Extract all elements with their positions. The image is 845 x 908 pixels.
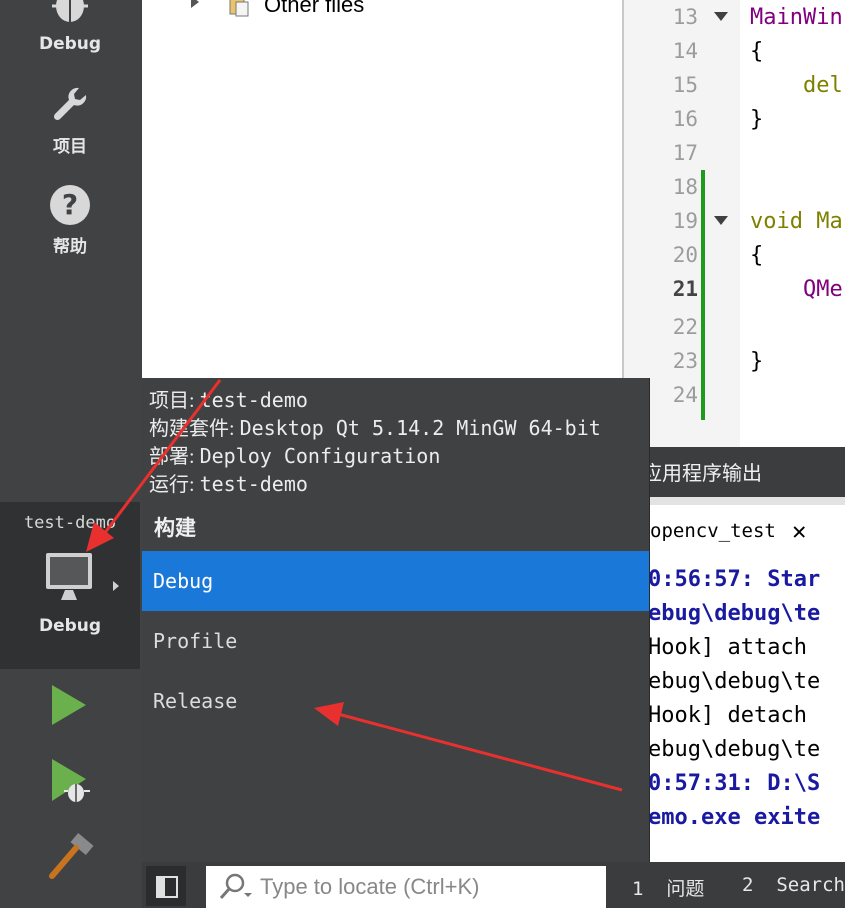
sidebar-toggle-button[interactable]: [146, 866, 186, 906]
line-number: 23: [672, 349, 698, 373]
line-number: 24: [672, 383, 698, 407]
tree-item-other-files[interactable]: Other files: [264, 0, 364, 18]
log-line: ebug\debug\te: [648, 737, 821, 762]
run-debug-icon[interactable]: [50, 757, 92, 805]
output-pane-title: 应用程序输出: [642, 447, 845, 497]
output-title-text: 应用程序输出: [642, 461, 762, 485]
mode-label: 帮助: [53, 237, 87, 257]
sidebar-icon: [156, 876, 178, 898]
code-editor[interactable]: 13 14 15 16 17 18 19 20 21 22 23 24 Main…: [622, 0, 845, 447]
log-line: 0:57:31: D:\S: [648, 771, 821, 796]
change-marker: [701, 170, 705, 420]
info-kit: 构建套件: Desktop Qt 5.14.2 MinGW 64-bit: [149, 416, 601, 440]
mode-debug[interactable]: Debug: [0, 0, 140, 54]
log-line: ebug\debug\te: [648, 669, 821, 694]
code-line: del: [750, 73, 843, 98]
line-number: 14: [672, 39, 698, 63]
log-line: 0:56:57: Star: [648, 567, 821, 592]
locator-input[interactable]: Type to locate (Ctrl+K): [206, 866, 606, 908]
line-number: 15: [672, 73, 698, 97]
folder-files-icon: [229, 0, 249, 17]
expand-arrow-icon[interactable]: [190, 0, 200, 10]
pane-tab-search[interactable]: 2 Search: [742, 874, 845, 896]
monitor-icon: [46, 553, 92, 600]
build-option-release[interactable]: Release: [142, 671, 649, 731]
line-number: 17: [672, 141, 698, 165]
build-option-debug[interactable]: Debug: [142, 551, 649, 611]
chevron-right-icon: [113, 581, 119, 591]
code-line: }: [750, 349, 764, 374]
search-icon: [219, 873, 252, 899]
log-line: Hook] detach: [648, 703, 807, 728]
info-deploy: 部署: Deploy Configuration: [149, 444, 441, 468]
locator-placeholder: Type to locate (Ctrl+K): [260, 874, 480, 899]
log-line: ebug\debug\te: [648, 601, 821, 626]
code-line: }: [750, 107, 764, 132]
line-number-current: 21: [672, 277, 698, 301]
line-number: 22: [672, 315, 698, 339]
mode-projects[interactable]: 项目: [0, 84, 140, 157]
line-number: 13: [672, 5, 698, 29]
mode-label: Debug: [38, 34, 102, 54]
output-tab-bar: opencv_test ✕: [642, 497, 845, 557]
kit-project-name: test-demo: [23, 513, 117, 533]
output-tab[interactable]: opencv_test ✕: [642, 505, 845, 557]
output-log: 0:56:57: Star ebug\debug\te Hook] attach…: [642, 557, 845, 862]
line-number: 16: [672, 107, 698, 131]
help-icon: ?: [50, 185, 90, 225]
bug-icon: [52, 0, 88, 22]
build-section-title: 构建: [154, 516, 196, 540]
info-project: 项目: test-demo: [149, 388, 308, 412]
line-number: 18: [672, 175, 698, 199]
kit-build-label: Debug: [38, 616, 102, 636]
code-line: {: [750, 39, 764, 64]
bottom-status-bar: Type to locate (Ctrl+K) 1 问题 2 Search: [142, 862, 845, 908]
svg-text:?: ?: [62, 188, 78, 221]
mode-bar: Debug 项目 ? 帮助 test-demo Debug: [0, 0, 142, 908]
pane-tab-issues[interactable]: 1 问题: [632, 874, 704, 901]
line-number: 20: [672, 243, 698, 267]
log-line: Hook] attach: [648, 635, 807, 660]
output-tab-label: opencv_test: [650, 520, 776, 542]
code-line: {: [750, 243, 764, 268]
build-option-profile[interactable]: Profile: [142, 611, 649, 671]
line-number: 19: [672, 209, 698, 233]
log-line: emo.exe exite: [648, 805, 821, 830]
code-line: void Ma: [750, 209, 843, 234]
mode-label: 项目: [53, 137, 87, 157]
info-run: 运行: test-demo: [149, 472, 308, 496]
project-tree: Other files: [142, 0, 622, 378]
wrench-icon: [53, 87, 87, 121]
close-icon[interactable]: ✕: [792, 505, 806, 557]
mode-help[interactable]: ? 帮助: [0, 184, 140, 257]
code-line: QMe: [750, 277, 843, 302]
run-icon[interactable]: [50, 683, 88, 727]
build-config-popup: 项目: test-demo 构建套件: Desktop Qt 5.14.2 Mi…: [142, 378, 650, 863]
fold-arrow-icon[interactable]: [714, 12, 728, 21]
hammer-icon[interactable]: [46, 832, 96, 880]
fold-arrow-icon[interactable]: [714, 216, 728, 225]
code-line: MainWin: [750, 5, 843, 30]
